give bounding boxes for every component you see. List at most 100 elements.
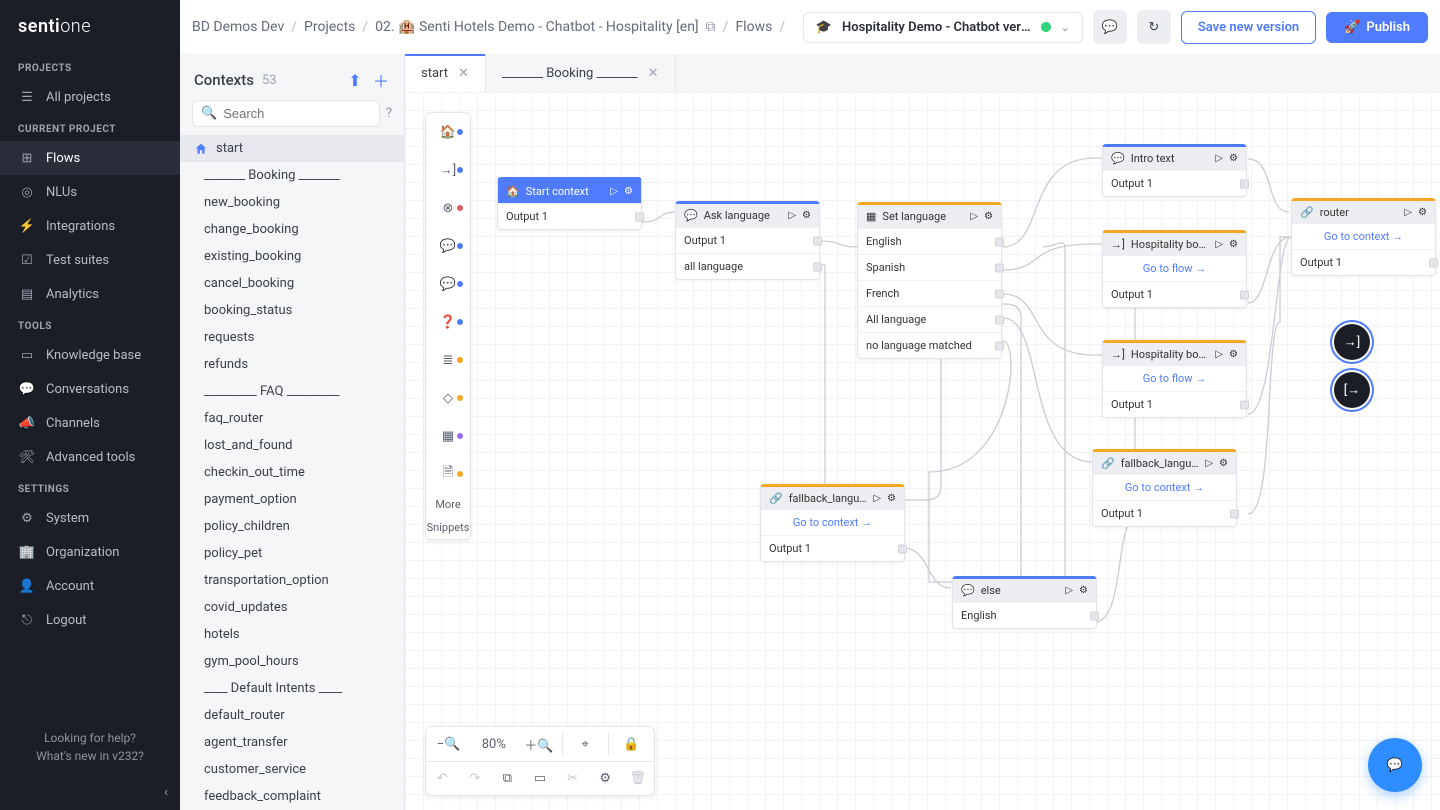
node-fallback-language[interactable]: 🔗 fallback_language ▷ ⚙ Go to context → … — [760, 484, 905, 562]
palette-item-comment-q[interactable]: ❓ — [426, 303, 470, 341]
gear-icon[interactable]: ⚙ — [1229, 349, 1238, 360]
gear-icon[interactable]: ⚙ — [887, 493, 896, 504]
delete-button[interactable]: 🗑 — [621, 762, 654, 795]
palette-item-grid[interactable]: ▦ — [426, 417, 470, 455]
context-item[interactable]: transportation_option — [180, 567, 404, 594]
context-item[interactable]: checkin_out_time — [180, 459, 404, 486]
palette-snippets-button[interactable]: Snippets — [426, 516, 470, 539]
context-item[interactable]: existing_booking — [180, 243, 404, 270]
context-item[interactable]: _______ Booking _______ — [180, 162, 404, 189]
zoom-in-button[interactable]: ＋🔍 — [516, 727, 561, 761]
settings-button[interactable]: ⚙ — [589, 762, 622, 795]
upload-context-button[interactable]: ⬆ — [346, 71, 364, 90]
nav-test-suites[interactable]: ☑ Test suites — [0, 243, 180, 277]
play-icon[interactable]: ▷ — [788, 210, 796, 221]
nav-integrations[interactable]: ⚡ Integrations — [0, 209, 180, 243]
context-item[interactable]: payment_option — [180, 486, 404, 513]
node-set-language[interactable]: ▦ Set language ▷ ⚙ English Spanish Frenc… — [857, 202, 1002, 359]
chat-fab[interactable]: 💬 — [1368, 738, 1422, 792]
context-item[interactable]: cancel_booking — [180, 270, 404, 297]
context-item[interactable]: feedback_complaint — [180, 783, 404, 810]
context-item[interactable]: ____ Default Intents ____ — [180, 675, 404, 702]
context-item[interactable]: agent_transfer — [180, 729, 404, 756]
nav-system[interactable]: ⚙ System — [0, 501, 180, 535]
copy-button[interactable]: ⧉ — [491, 762, 524, 795]
context-item[interactable]: gym_pool_hours — [180, 648, 404, 675]
context-item[interactable]: default_router — [180, 702, 404, 729]
version-selector[interactable]: 🎓 Hospitality Demo - Chatbot version ⌄ — [803, 12, 1083, 43]
context-item[interactable]: new_booking — [180, 189, 404, 216]
cut-button[interactable]: ✂ — [556, 762, 589, 795]
play-icon[interactable]: ▷ — [1404, 207, 1412, 218]
gear-icon[interactable]: ⚙ — [624, 186, 633, 197]
context-item[interactable]: policy_children — [180, 513, 404, 540]
palette-item-home[interactable]: 🏠 — [426, 113, 470, 151]
palette-item-stack[interactable]: ≣ — [426, 341, 470, 379]
nav-org[interactable]: 🏢 Organization — [0, 535, 180, 569]
gear-icon[interactable]: ⚙ — [1418, 207, 1427, 218]
zoom-out-button[interactable]: −🔍 — [426, 727, 471, 761]
context-item[interactable]: hotels — [180, 621, 404, 648]
comments-button[interactable]: 💬 — [1093, 10, 1127, 44]
palette-item-enter[interactable]: →] — [426, 151, 470, 189]
whatsnew-link[interactable]: What's new in v232? — [10, 747, 170, 765]
play-icon[interactable]: ▷ — [873, 493, 881, 504]
node-ask-language[interactable]: 💬 Ask language ▷ ⚙ Output 1 all language — [675, 201, 820, 280]
lock-button[interactable]: 🔒 — [609, 727, 654, 761]
gear-icon[interactable]: ⚙ — [802, 210, 811, 221]
play-icon[interactable]: ▷ — [1215, 349, 1223, 360]
gear-icon[interactable]: ⚙ — [1079, 585, 1088, 596]
tab-close-icon[interactable]: ✕ — [458, 66, 469, 81]
crumb-4[interactable]: Hospitality D — [792, 19, 793, 35]
play-icon[interactable]: ▷ — [1065, 585, 1073, 596]
play-icon[interactable]: ▷ — [1215, 153, 1223, 164]
node-router[interactable]: 🔗 router ▷ ⚙ Go to context → Output 1 — [1291, 198, 1436, 276]
context-item[interactable]: requests — [180, 324, 404, 351]
palette-item-x-circle[interactable]: ⊗ — [426, 189, 470, 227]
node-else[interactable]: 💬 else ▷ ⚙ English — [952, 576, 1097, 629]
node-intro-text[interactable]: 💬 Intro text ▷ ⚙ Output 1 — [1102, 144, 1247, 197]
context-item[interactable]: start — [180, 135, 404, 162]
undo-button[interactable]: ↶ — [426, 762, 459, 795]
select-button[interactable]: ▭ — [524, 762, 557, 795]
publish-button[interactable]: 🚀 Publish — [1326, 12, 1428, 43]
go-to-flow-link[interactable]: Go to flow → — [1103, 256, 1246, 281]
go-to-flow-link[interactable]: Go to flow → — [1103, 366, 1246, 391]
palette-item-file[interactable]: 🗎 — [426, 455, 470, 493]
gear-icon[interactable]: ⚙ — [984, 211, 993, 222]
collapse-sidebar-button[interactable]: ‹ — [152, 779, 180, 806]
play-icon[interactable]: ▷ — [610, 186, 618, 197]
palette-item-diamond[interactable]: ◇ — [426, 379, 470, 417]
canvas-pill-exit[interactable]: [→ — [1334, 372, 1370, 408]
nav-kb[interactable]: ▭ Knowledge base — [0, 338, 180, 372]
copy-icon[interactable]: ⧉ — [706, 19, 716, 35]
nav-advanced[interactable]: 🛠 Advanced tools — [0, 440, 180, 474]
go-to-context-link[interactable]: Go to context → — [1292, 224, 1435, 249]
gear-icon[interactable]: ⚙ — [1219, 458, 1228, 469]
nav-channels[interactable]: 📣 Channels — [0, 406, 180, 440]
tab-booking[interactable]: _______ Booking _______ ✕ — [486, 54, 676, 92]
node-hospitality-spanish[interactable]: →] Hospitality bot in Spanish ▷ ⚙ Go to … — [1102, 230, 1247, 308]
flow-canvas[interactable]: 🏠 Start context ▷ ⚙ Output 1 💬 Ask langu… — [405, 92, 1440, 810]
save-version-button[interactable]: Save new version — [1181, 11, 1316, 44]
nav-logout[interactable]: ⎋ Logout — [0, 603, 180, 637]
context-item[interactable]: faq_router — [180, 405, 404, 432]
help-link[interactable]: Looking for help? — [10, 729, 170, 747]
nav-account[interactable]: 👤 Account — [0, 569, 180, 603]
context-item[interactable]: refunds — [180, 351, 404, 378]
node-start-context[interactable]: 🏠 Start context ▷ ⚙ Output 1 — [497, 177, 642, 230]
gear-icon[interactable]: ⚙ — [1229, 239, 1238, 250]
crumb-1[interactable]: Projects — [304, 19, 355, 35]
crumb-2[interactable]: 02. 🏨 Senti Hotels Demo - Chatbot - Hosp… — [375, 19, 698, 35]
go-to-context-link[interactable]: Go to context → — [1093, 475, 1236, 500]
history-button[interactable]: ↻ — [1137, 10, 1171, 44]
nav-all-projects[interactable]: ☰ All projects — [0, 80, 180, 114]
context-item[interactable]: covid_updates — [180, 594, 404, 621]
context-item[interactable]: _________ FAQ _________ — [180, 378, 404, 405]
nav-conversations[interactable]: 💬 Conversations — [0, 372, 180, 406]
palette-item-comment-dots[interactable]: 💬 — [426, 265, 470, 303]
nav-analytics[interactable]: ▤ Analytics — [0, 277, 180, 311]
redo-button[interactable]: ↷ — [459, 762, 492, 795]
play-icon[interactable]: ▷ — [1205, 458, 1213, 469]
tab-start[interactable]: start ✕ — [405, 54, 486, 92]
